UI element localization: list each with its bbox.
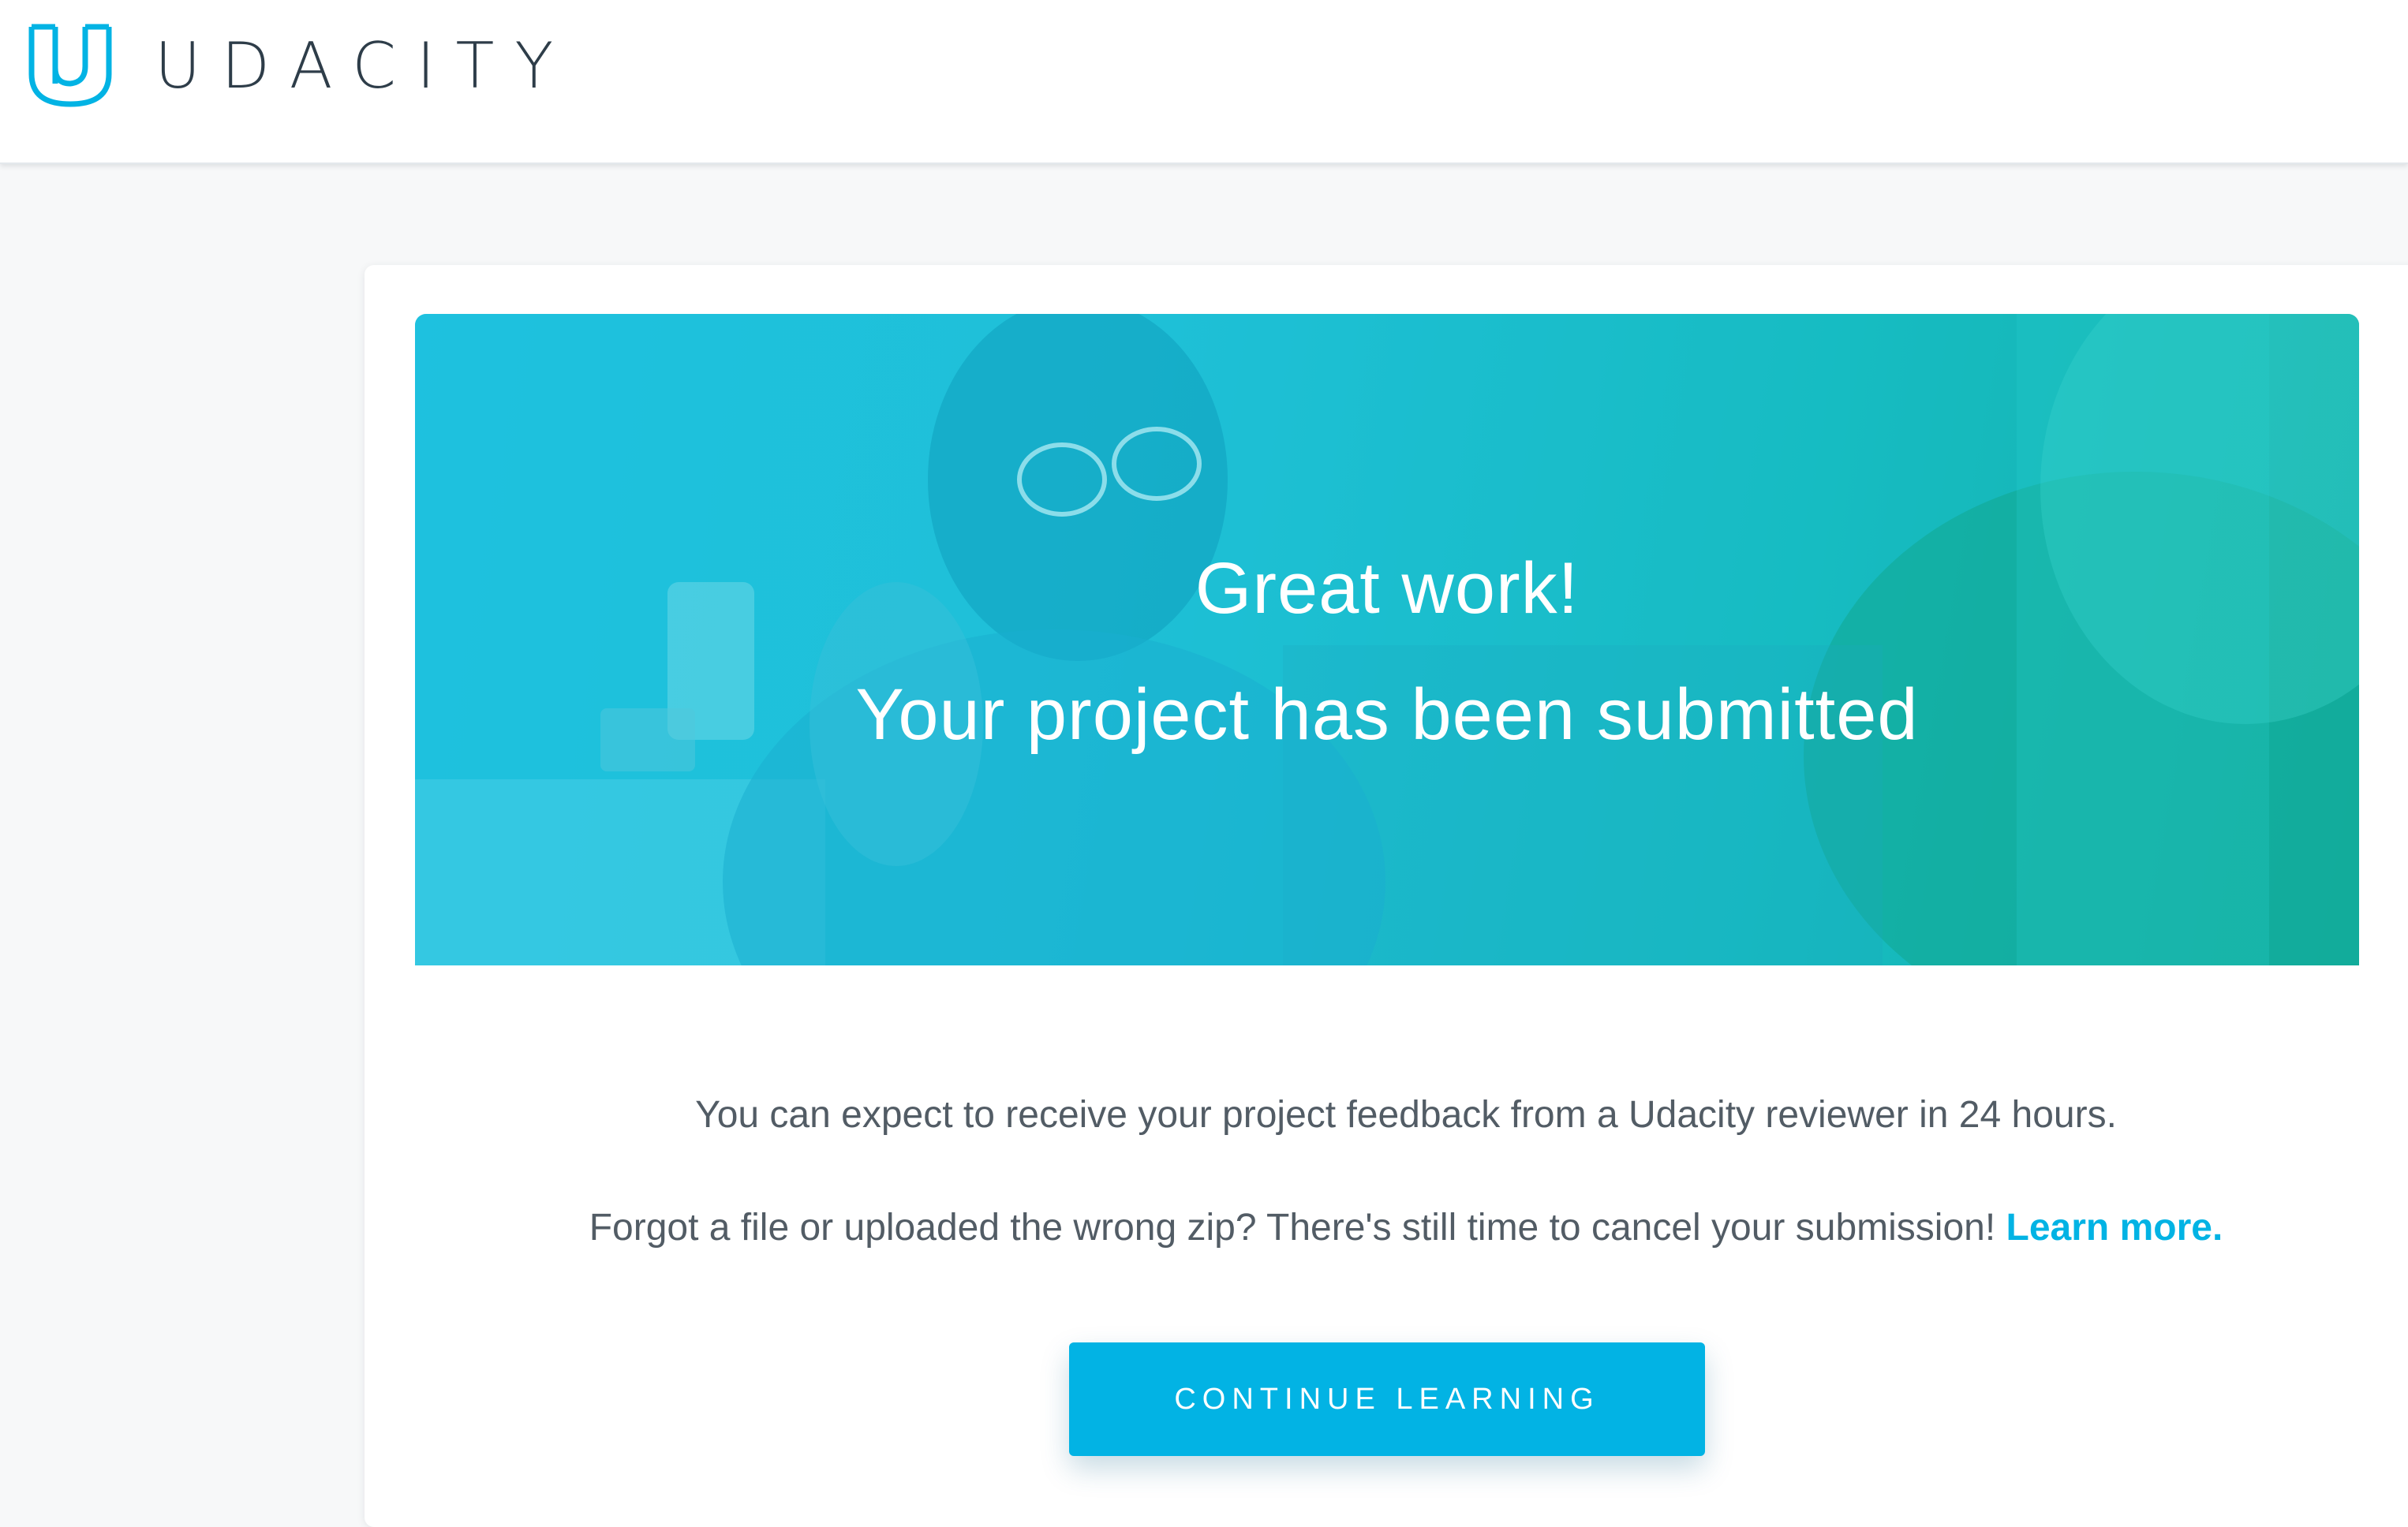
cancel-submission-message: Forgot a file or uploaded the wrong zip?… [589, 1207, 1996, 1249]
hero-title-line-1: Great work! [1195, 548, 1580, 629]
learn-more-link[interactable]: Learn more. [2006, 1207, 2223, 1249]
hero-message: Great work! Your project has been submit… [415, 314, 2359, 965]
top-navigation-bar: UDACITY [0, 0, 2408, 164]
hero-banner: Great work! Your project has been submit… [415, 314, 2359, 965]
submission-confirmation-card: Great work! Your project has been submit… [365, 265, 2408, 1527]
hero-title-line-2: Your project has been submitted [855, 674, 1919, 755]
udacity-u-logo-icon [28, 24, 112, 107]
feedback-timing-text: You can expect to receive your project f… [695, 1094, 2117, 1136]
continue-learning-button[interactable]: CONTINUE LEARNING [1069, 1342, 1705, 1456]
udacity-logo[interactable]: UDACITY [24, 19, 574, 112]
cancel-submission-text: Forgot a file or uploaded the wrong zip?… [412, 1206, 2400, 1249]
logo-wordmark: UDACITY [155, 28, 574, 103]
